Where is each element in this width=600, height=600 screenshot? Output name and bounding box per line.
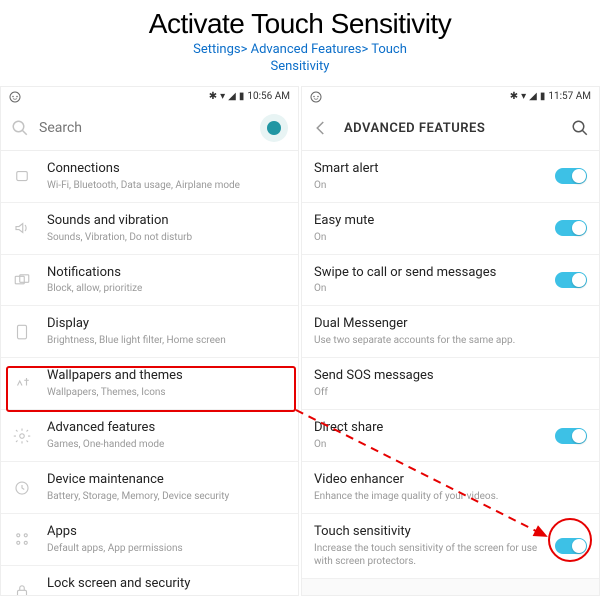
back-icon[interactable] xyxy=(312,119,330,137)
features-list: Smart alertOn Easy muteOn Swipe to call … xyxy=(302,151,599,579)
bluetooth-icon: ✱ xyxy=(510,91,518,102)
sound-icon xyxy=(13,219,31,237)
toggle-touch-sensitivity[interactable] xyxy=(555,538,587,554)
status-bar: ✱ ▾ ◢ ▮ 11:57 AM xyxy=(302,87,599,107)
maintenance-icon xyxy=(13,479,31,497)
wifi-icon: ▾ xyxy=(220,91,225,102)
advanced-features-screen: ✱ ▾ ◢ ▮ 11:57 AM ADVANCED FEATURES Smart… xyxy=(301,86,600,596)
status-time: 10:56 AM xyxy=(247,91,290,102)
avatar[interactable] xyxy=(260,114,288,142)
row-sos[interactable]: Send SOS messagesOff xyxy=(302,358,599,410)
row-notifications[interactable]: NotificationsBlock, allow, prioritize xyxy=(1,255,298,307)
page-title: Activate Touch Sensitivity xyxy=(0,8,600,40)
search-icon[interactable] xyxy=(571,119,589,137)
settings-list: ConnectionsWi-Fi, Bluetooth, Data usage,… xyxy=(1,151,298,596)
apps-icon xyxy=(13,530,31,548)
row-connections[interactable]: ConnectionsWi-Fi, Bluetooth, Data usage,… xyxy=(1,151,298,203)
display-icon xyxy=(13,323,31,341)
bluetooth-icon: ✱ xyxy=(209,91,217,102)
status-time: 11:57 AM xyxy=(548,91,591,102)
connections-icon xyxy=(13,167,31,185)
advanced-icon xyxy=(13,427,31,445)
notifications-icon xyxy=(13,271,31,289)
search-input[interactable] xyxy=(39,120,260,136)
row-direct-share[interactable]: Direct shareOn xyxy=(302,410,599,462)
lock-icon xyxy=(13,582,31,595)
signal-icon: ◢ xyxy=(529,91,537,102)
reddit-icon xyxy=(310,91,322,103)
screen-header: ADVANCED FEATURES xyxy=(302,107,599,151)
row-easy-mute[interactable]: Easy muteOn xyxy=(302,203,599,255)
search-icon xyxy=(11,119,29,137)
toggle-easy-mute[interactable] xyxy=(555,220,587,236)
wallpaper-icon xyxy=(13,375,31,393)
row-touch-sensitivity[interactable]: Touch sensitivityIncrease the touch sens… xyxy=(302,514,599,579)
row-smart-alert[interactable]: Smart alertOn xyxy=(302,151,599,203)
search-bar[interactable] xyxy=(1,107,298,151)
row-dual-messenger[interactable]: Dual MessengerUse two separate accounts … xyxy=(302,306,599,358)
row-title: Connections xyxy=(47,161,286,178)
toggle-smart-alert[interactable] xyxy=(555,168,587,184)
row-swipe-call[interactable]: Swipe to call or send messagesOn xyxy=(302,255,599,307)
screen-title: ADVANCED FEATURES xyxy=(344,121,571,136)
row-sounds[interactable]: Sounds and vibrationSounds, Vibration, D… xyxy=(1,203,298,255)
signal-icon: ◢ xyxy=(228,91,236,102)
reddit-icon xyxy=(9,91,21,103)
row-apps[interactable]: AppsDefault apps, App permissions xyxy=(1,514,298,566)
battery-icon: ▮ xyxy=(239,91,245,102)
row-video-enhancer[interactable]: Video enhancerEnhance the image quality … xyxy=(302,462,599,514)
status-bar: ✱ ▾ ◢ ▮ 10:56 AM xyxy=(1,87,298,107)
row-lock-screen[interactable]: Lock screen and securityAlways On Displa… xyxy=(1,566,298,596)
toggle-direct-share[interactable] xyxy=(555,428,587,444)
breadcrumb: Settings> Advanced Features> Touch Sensi… xyxy=(0,42,600,76)
wifi-icon: ▾ xyxy=(521,91,526,102)
row-wallpapers[interactable]: Wallpapers and themesWallpapers, Themes,… xyxy=(1,358,298,410)
battery-icon: ▮ xyxy=(540,91,546,102)
settings-screen: ✱ ▾ ◢ ▮ 10:56 AM ConnectionsWi-Fi, Bluet… xyxy=(0,86,299,596)
row-display[interactable]: DisplayBrightness, Blue light filter, Ho… xyxy=(1,306,298,358)
row-device-maintenance[interactable]: Device maintenanceBattery, Storage, Memo… xyxy=(1,462,298,514)
page-header: Activate Touch Sensitivity Settings> Adv… xyxy=(0,0,600,80)
row-advanced-features[interactable]: Advanced featuresGames, One-handed mode xyxy=(1,410,298,462)
toggle-swipe-call[interactable] xyxy=(555,272,587,288)
